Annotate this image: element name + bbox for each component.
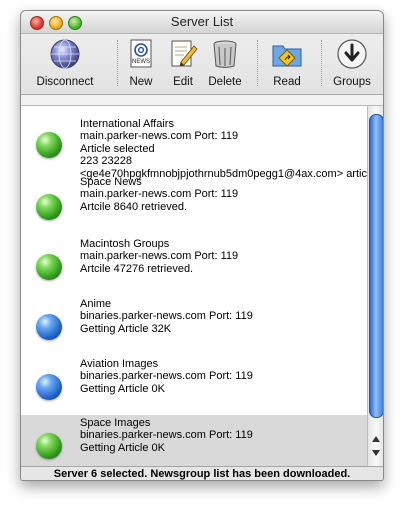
- groups-label: Groups: [333, 76, 371, 88]
- server-row[interactable]: International Affairs main.parker-news.c…: [21, 106, 367, 180]
- server-row[interactable]: Space News main.parker-news.com Port: 11…: [21, 176, 367, 240]
- server-host: binaries.parker-news.com Port: 119: [80, 370, 253, 383]
- connected-globe-icon: [36, 132, 62, 158]
- scroll-down-arrow-icon[interactable]: [372, 450, 380, 456]
- server-info: Space Images binaries.parker-news.com Po…: [80, 417, 253, 454]
- server-status: Getting Article 32K: [80, 322, 172, 335]
- server-name: Macintosh Groups: [80, 238, 170, 250]
- server-name: International Affairs: [80, 118, 174, 130]
- server-host: binaries.parker-news.com Port: 119: [80, 429, 253, 442]
- server-row[interactable]: Anime binaries.parker-news.com Port: 119…: [21, 294, 367, 358]
- downloading-globe-icon: [36, 374, 62, 400]
- delete-label: Delete: [208, 76, 242, 88]
- scroll-up-arrow-icon[interactable]: [372, 436, 380, 442]
- disconnect-button[interactable]: Disconnect: [31, 38, 99, 88]
- server-name: Anime: [80, 298, 112, 310]
- server-status: Getting Article 0K: [80, 382, 165, 395]
- status-bar: Server 6 selected. Newsgroup list has be…: [21, 466, 383, 480]
- read-label: Read: [273, 76, 301, 88]
- server-host: main.parker-news.com Port: 119: [80, 250, 239, 263]
- server-info: Aviation Images binaries.parker-news.com…: [80, 358, 253, 395]
- download-arrow-icon: [336, 38, 368, 70]
- new-label: New: [129, 76, 153, 88]
- server-row[interactable]: Aviation Images binaries.parker-news.com…: [21, 354, 367, 418]
- downloading-globe-icon: [36, 314, 62, 340]
- server-info: International Affairs main.parker-news.c…: [80, 118, 367, 180]
- news-icon-label: NEWS: [132, 59, 150, 65]
- server-name: Space Images: [80, 417, 151, 429]
- toolbar-separator: [257, 40, 258, 86]
- server-info: Space News main.parker-news.com Port: 11…: [80, 176, 238, 213]
- server-status-detail: 223 23228: [80, 155, 132, 168]
- server-status: Article selected: [80, 142, 155, 155]
- server-status: Artcile 47276 retrieved.: [80, 262, 194, 275]
- read-button[interactable]: Read: [267, 38, 307, 88]
- connected-globe-icon: [36, 194, 62, 220]
- server-name: Space News: [80, 176, 142, 188]
- server-status: Artcile 8640 retrieved.: [80, 200, 187, 213]
- server-row[interactable]: Macintosh Groups main.parker-news.com Po…: [21, 234, 367, 298]
- edit-button[interactable]: Edit: [165, 38, 201, 88]
- window-title: Server List: [170, 14, 234, 29]
- connected-globe-icon: [36, 433, 62, 459]
- new-article-icon: NEWS: [125, 38, 157, 70]
- connected-globe-icon: [36, 254, 62, 280]
- server-host: main.parker-news.com Port: 119: [80, 130, 239, 143]
- read-folder-icon: [271, 38, 303, 70]
- edit-pencil-icon: [167, 38, 199, 70]
- groups-button[interactable]: Groups: [327, 38, 377, 88]
- toolbar: Disconnect NEWS New Edit Delete Read Gro…: [21, 34, 383, 95]
- delete-button[interactable]: Delete: [205, 38, 245, 88]
- disconnect-label: Disconnect: [36, 76, 94, 88]
- trash-can-icon: [209, 38, 241, 70]
- server-info: Anime binaries.parker-news.com Port: 119…: [80, 298, 253, 335]
- scrollbar-thumb[interactable]: [369, 114, 383, 418]
- server-name: Aviation Images: [80, 358, 159, 370]
- network-globe-icon: [49, 38, 81, 70]
- title-bar[interactable]: Server List: [21, 11, 383, 34]
- toolbar-separator: [117, 40, 118, 86]
- new-button[interactable]: NEWS New: [123, 38, 159, 88]
- server-status: Getting Article 0K: [80, 441, 165, 454]
- server-host: binaries.parker-news.com Port: 119: [80, 310, 253, 323]
- server-list-window: Server List Disconnect NEWS New Edit Del…: [20, 10, 384, 481]
- server-list[interactable]: International Affairs main.parker-news.c…: [21, 106, 367, 466]
- vertical-scrollbar[interactable]: [367, 106, 383, 466]
- edit-label: Edit: [173, 76, 193, 88]
- toolbar-divider-strip: [21, 95, 383, 106]
- toolbar-separator: [321, 40, 322, 86]
- server-host: main.parker-news.com Port: 119: [80, 188, 239, 201]
- server-row-selected[interactable]: Space Images binaries.parker-news.com Po…: [21, 415, 367, 466]
- server-info: Macintosh Groups main.parker-news.com Po…: [80, 238, 238, 275]
